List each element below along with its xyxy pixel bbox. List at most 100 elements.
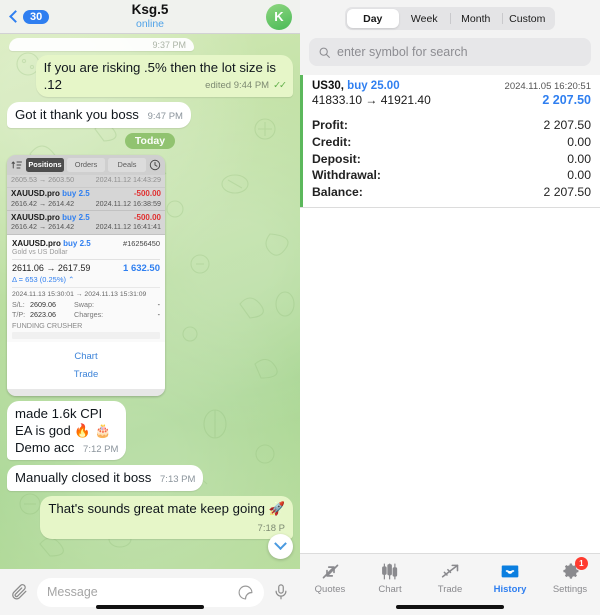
message-row[interactable]: Got it thank you boss 9:47 PM — [7, 102, 293, 128]
detail-symbol-side: XAUUSD.pro buy 2.5 — [12, 239, 91, 248]
attachment-tab-deals[interactable]: Deals — [108, 157, 146, 172]
tab-trade[interactable]: Trade — [420, 560, 480, 595]
message-time: 9:47 PM — [147, 111, 183, 123]
detail-comment: FUNDING CRUSHER — [12, 321, 83, 331]
row-primary: XAUUSD.pro buy 2.5 -500.00 — [11, 189, 161, 198]
row-prices: 2616.42 → 2614.42 — [11, 198, 75, 208]
message-bubble-outgoing[interactable]: That's sounds great mate keep going 🚀 7:… — [40, 495, 293, 540]
message-line: EA is god 🔥 🎂 — [15, 423, 111, 438]
message-meta: 7:18 P — [48, 519, 285, 536]
attachment-tab-positions[interactable]: Positions — [26, 157, 64, 172]
trend-arrow-icon — [420, 560, 480, 582]
detail-description: Gold vs US Dollar — [12, 248, 68, 256]
tab-chart[interactable]: Chart — [360, 560, 420, 595]
message-time: 7:18 P — [257, 522, 285, 534]
deal-datetime: 2024.11.05 16:20:51 — [504, 81, 591, 92]
message-time: 7:13 PM — [160, 474, 196, 486]
detail-ticket: #16256450 — [123, 238, 160, 248]
sticker-icon[interactable] — [237, 584, 254, 601]
summary-row-withdrawal: Withdrawal: 0.00 — [312, 167, 591, 184]
row-prices: 2605.53 → 2603.50 — [11, 175, 75, 185]
table-row[interactable]: 2605.53 → 2603.50 2024.11.12 14:43:29 — [7, 175, 165, 188]
clock-icon[interactable] — [149, 159, 161, 171]
tab-settings[interactable]: 1 Settings — [540, 557, 600, 595]
row-datetime: 2024.11.12 16:38:59 — [95, 198, 161, 208]
table-row[interactable]: XAUUSD.pro buy 2.5 -500.00 2616.42 → 261… — [7, 188, 165, 212]
symbol-search-input[interactable]: enter symbol for search — [309, 38, 591, 66]
attachment-tab-orders[interactable]: Orders — [67, 157, 105, 172]
period-tab-month[interactable]: Month — [450, 9, 502, 28]
sort-icon[interactable] — [11, 159, 23, 171]
history-deal-block[interactable]: US30, buy 25.00 2024.11.05 16:20:51 4183… — [300, 75, 600, 209]
history-header: Day Week Month Custom enter symbol for s… — [300, 0, 600, 75]
period-segmented-control: Day Week Month Custom — [345, 7, 555, 30]
sl-label: S/L: — [12, 299, 25, 309]
detail-prices: 2611.06 → 2617.59 — [12, 262, 91, 273]
summary-label: Profit: — [312, 118, 348, 132]
clipped-message-bubble[interactable]: 9:37 PM — [9, 38, 194, 51]
telegram-panel: 30 Ksg.5 online K 9:37 PM If you are ris… — [0, 0, 300, 615]
scroll-to-bottom-button[interactable] — [268, 534, 293, 559]
summary-row-credit: Credit: 0.00 — [312, 134, 591, 151]
message-text: Manually closed it boss — [15, 470, 152, 486]
summary-label: Withdrawal: — [312, 168, 381, 183]
message-line-with-time: Demo acc 7:12 PM — [15, 440, 118, 457]
message-bubble-incoming[interactable]: made 1.6k CPI EA is god 🔥 🎂 Demo acc 7:1… — [7, 401, 127, 461]
row-symbol-side: XAUUSD.pro buy 2.5 — [11, 213, 90, 222]
message-bubble-outgoing[interactable]: If you are risking .5% then the lot size… — [35, 55, 293, 98]
inbox-icon — [480, 560, 540, 582]
summary-value: 0.00 — [567, 134, 591, 149]
period-tab-day[interactable]: Day — [347, 9, 399, 28]
row-secondary: 2605.53 → 2603.50 2024.11.12 14:43:29 — [11, 175, 161, 184]
summary-label: Deposit: — [312, 151, 361, 166]
message-row[interactable]: made 1.6k CPI EA is god 🔥 🎂 Demo acc 7:1… — [7, 401, 293, 461]
read-receipt-icon: ✓✓ — [273, 79, 287, 91]
period-tab-custom[interactable]: Custom — [501, 9, 554, 28]
row-primary: XAUUSD.pro buy 2.5 -500.00 — [11, 213, 161, 222]
tab-history[interactable]: History — [480, 560, 540, 595]
message-row[interactable]: Manually closed it boss 7:13 PM — [7, 465, 293, 491]
swap-label: Swap: — [74, 299, 94, 309]
deal-symbol-side: US30, buy 25.00 — [312, 80, 400, 92]
detail-side: buy 2.5 — [63, 238, 91, 248]
charges-value: - — [157, 310, 160, 320]
message-row[interactable]: If you are risking .5% then the lot size… — [7, 55, 293, 98]
message-input[interactable]: Message — [37, 577, 264, 607]
row-secondary: 2616.42 → 2614.42 2024.11.12 16:38:59 — [11, 199, 161, 208]
attachment-screenshot[interactable]: Positions Orders Deals 2605.53 → 2603.50 — [7, 154, 165, 397]
row-amount: -500.00 — [133, 189, 161, 199]
message-bubble-incoming[interactable]: Manually closed it boss 7:13 PM — [7, 465, 204, 491]
row-amount: -500.00 — [133, 212, 161, 222]
summary-row-deposit: Deposit: 0.00 — [312, 151, 591, 168]
message-row[interactable]: That's sounds great mate keep going 🚀 7:… — [7, 495, 293, 540]
message-bubble-incoming[interactable]: Got it thank you boss 9:47 PM — [7, 102, 191, 128]
deal-row[interactable]: US30, buy 25.00 2024.11.05 16:20:51 4183… — [303, 75, 600, 113]
avatar[interactable]: K — [266, 3, 292, 30]
message-line: made 1.6k CPI — [15, 406, 103, 422]
trade-action-button[interactable]: Trade — [7, 365, 165, 383]
detail-tp-charges: T/P: 2623.06 Charges: - — [12, 310, 160, 319]
history-list[interactable]: US30, buy 25.00 2024.11.05 16:20:51 4183… — [300, 75, 600, 553]
tab-quotes[interactable]: Quotes — [300, 560, 360, 595]
chevron-down-icon — [274, 537, 287, 551]
detail-symbol: XAUUSD.pro — [12, 238, 61, 248]
tab-label: History — [493, 584, 527, 595]
message-placeholder: Message — [47, 585, 98, 599]
gear-icon — [540, 560, 600, 582]
home-indicator — [396, 605, 504, 609]
period-tab-week[interactable]: Week — [399, 9, 451, 28]
candlestick-icon — [360, 560, 420, 582]
microphone-icon[interactable] — [272, 583, 290, 601]
chevron-left-icon — [9, 10, 22, 23]
attachment-position-detail[interactable]: XAUUSD.pro buy 2.5 #16256450 Gold vs US … — [7, 234, 165, 343]
message-list[interactable]: 9:37 PM If you are risking .5% then the … — [0, 34, 300, 569]
back-button[interactable]: 30 — [8, 9, 50, 24]
detail-header: XAUUSD.pro buy 2.5 #16256450 — [12, 239, 160, 248]
chart-action-button[interactable]: Chart — [7, 347, 165, 365]
message-row-attachment[interactable]: Positions Orders Deals 2605.53 → 2603.50 — [7, 154, 293, 397]
table-row[interactable]: XAUUSD.pro buy 2.5 -500.00 2616.42 → 261… — [7, 211, 165, 235]
paperclip-icon[interactable] — [10, 583, 29, 602]
row-symbol: XAUUSD.pro — [11, 212, 60, 222]
summary-row-balance: Balance: 2 207.50 — [312, 184, 591, 201]
sl-value: 2609.06 — [30, 299, 56, 309]
